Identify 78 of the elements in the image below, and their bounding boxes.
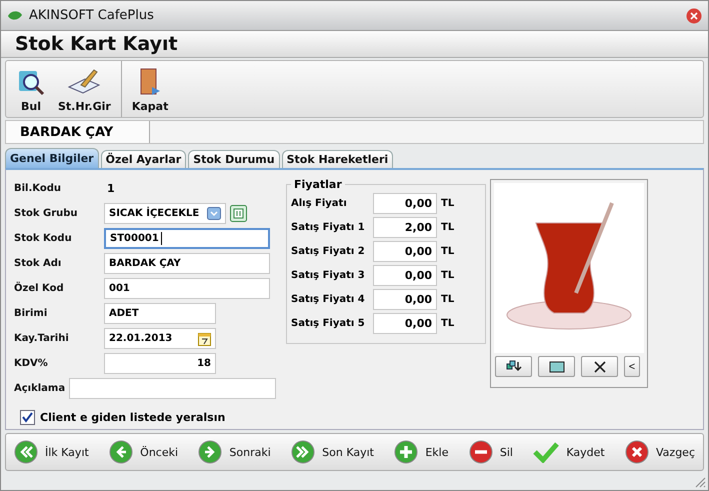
currency-label: TL: [441, 318, 454, 328]
screen-icon: [548, 360, 564, 372]
price-field[interactable]: 0,00: [373, 288, 437, 310]
nav-button[interactable]: Son Kayıt: [289, 440, 376, 464]
tab[interactable]: Özel Ayarlar: [100, 150, 186, 168]
nav-button[interactable]: Sonraki: [196, 440, 273, 464]
group-title: Fiyatlar: [293, 178, 343, 191]
price-field[interactable]: 0,00: [373, 240, 437, 262]
price-label: Satış Fiyatı 5: [291, 318, 366, 328]
field-value: 1: [106, 182, 115, 195]
price-field[interactable]: 0,00: [373, 312, 437, 334]
tab[interactable]: Stok Hareketleri: [282, 150, 394, 168]
leaf-logo-icon: [7, 8, 23, 22]
load-image-button[interactable]: [495, 356, 532, 377]
double-arrow-right-icon: [291, 440, 316, 464]
arrow-left-icon: [109, 440, 134, 464]
currency-label: TL: [441, 198, 454, 208]
field-label: Özel Kod: [14, 283, 65, 294]
toolbar-button[interactable]: St.Hr.Gir: [52, 61, 117, 117]
tab[interactable]: Stok Durumu: [188, 150, 280, 168]
price-label: Satış Fiyatı 2: [291, 246, 366, 256]
text-field[interactable]: ST00001: [104, 228, 270, 249]
number-field[interactable]: 18: [104, 353, 216, 374]
price-field[interactable]: 2,00: [373, 216, 437, 238]
price-label: Satış Fiyatı 1: [291, 222, 366, 232]
field-label: Stok Kodu: [14, 233, 73, 244]
plus-icon: [394, 440, 418, 464]
nav-button[interactable]: İlk Kayıt: [12, 440, 91, 464]
close-icon[interactable]: [686, 8, 702, 24]
nav-button[interactable]: Önceki: [107, 440, 180, 464]
price-field[interactable]: 0,00: [373, 264, 437, 286]
field-label: Birimi: [14, 308, 48, 319]
arrow-right-icon: [198, 440, 222, 464]
checkmark-icon: [533, 441, 560, 463]
text-field[interactable]: BARDAK ÇAY: [104, 253, 270, 274]
currency-label: TL: [441, 270, 454, 280]
toolbar-button[interactable]: Kapat: [126, 61, 174, 117]
client-list-checkbox[interactable]: Client e giden listede yeralsın: [20, 410, 226, 425]
checkbox[interactable]: [20, 410, 35, 425]
field-label: Açıklama: [14, 383, 66, 394]
field-label: Stok Grubu: [14, 208, 79, 219]
date-field[interactable]: 22.01.2013: [104, 328, 216, 349]
field-label: Kay.Tarihi: [14, 333, 70, 344]
stacked-squares-icon: [506, 360, 522, 374]
group-dropdown[interactable]: SICAK İÇECEKLE: [104, 203, 226, 224]
double-arrow-left-icon: [14, 440, 38, 464]
toolbar-button[interactable]: Bul: [10, 61, 52, 117]
calendar-icon: [198, 332, 211, 346]
close-icon: [625, 440, 650, 464]
view-image-button[interactable]: [538, 356, 575, 377]
price-label: Satış Fiyatı 4: [291, 294, 366, 304]
text-field[interactable]: ADET: [104, 303, 216, 324]
field-label: Stok Adı: [14, 258, 62, 269]
currency-label: TL: [441, 246, 454, 256]
minus-icon: [468, 440, 493, 464]
currency-label: TL: [441, 294, 454, 304]
field-label: Bil.Kodu: [14, 183, 62, 194]
window-title: AKINSOFT CafePlus: [29, 8, 155, 23]
tab[interactable]: Genel Bilgiler: [5, 148, 99, 168]
delete-image-button[interactable]: [581, 356, 618, 377]
checkbox-label: Client e giden listede yeralsın: [40, 411, 226, 424]
nav-button[interactable]: Kaydet: [531, 441, 607, 463]
price-label: Satış Fiyatı 3: [291, 270, 366, 280]
nav-button[interactable]: Ekle: [392, 440, 450, 464]
description-field[interactable]: [68, 378, 276, 399]
form-title: Stok Kart Kayıt: [15, 33, 178, 55]
collapse-button[interactable]: <: [624, 356, 640, 377]
resize-grip-icon: [694, 476, 706, 488]
price-label: Alış Fiyatı: [291, 198, 348, 208]
checkmark-icon: [22, 412, 33, 423]
nav-button[interactable]: Vazgeç: [623, 440, 697, 464]
grid-button-icon[interactable]: [230, 205, 247, 222]
nav-button[interactable]: Sil: [466, 440, 515, 464]
field-label: KDV%: [14, 358, 49, 369]
close-icon: [592, 360, 606, 374]
currency-label: TL: [441, 222, 454, 232]
price-field[interactable]: 0,00: [373, 192, 437, 214]
text-field[interactable]: 001: [104, 278, 270, 299]
